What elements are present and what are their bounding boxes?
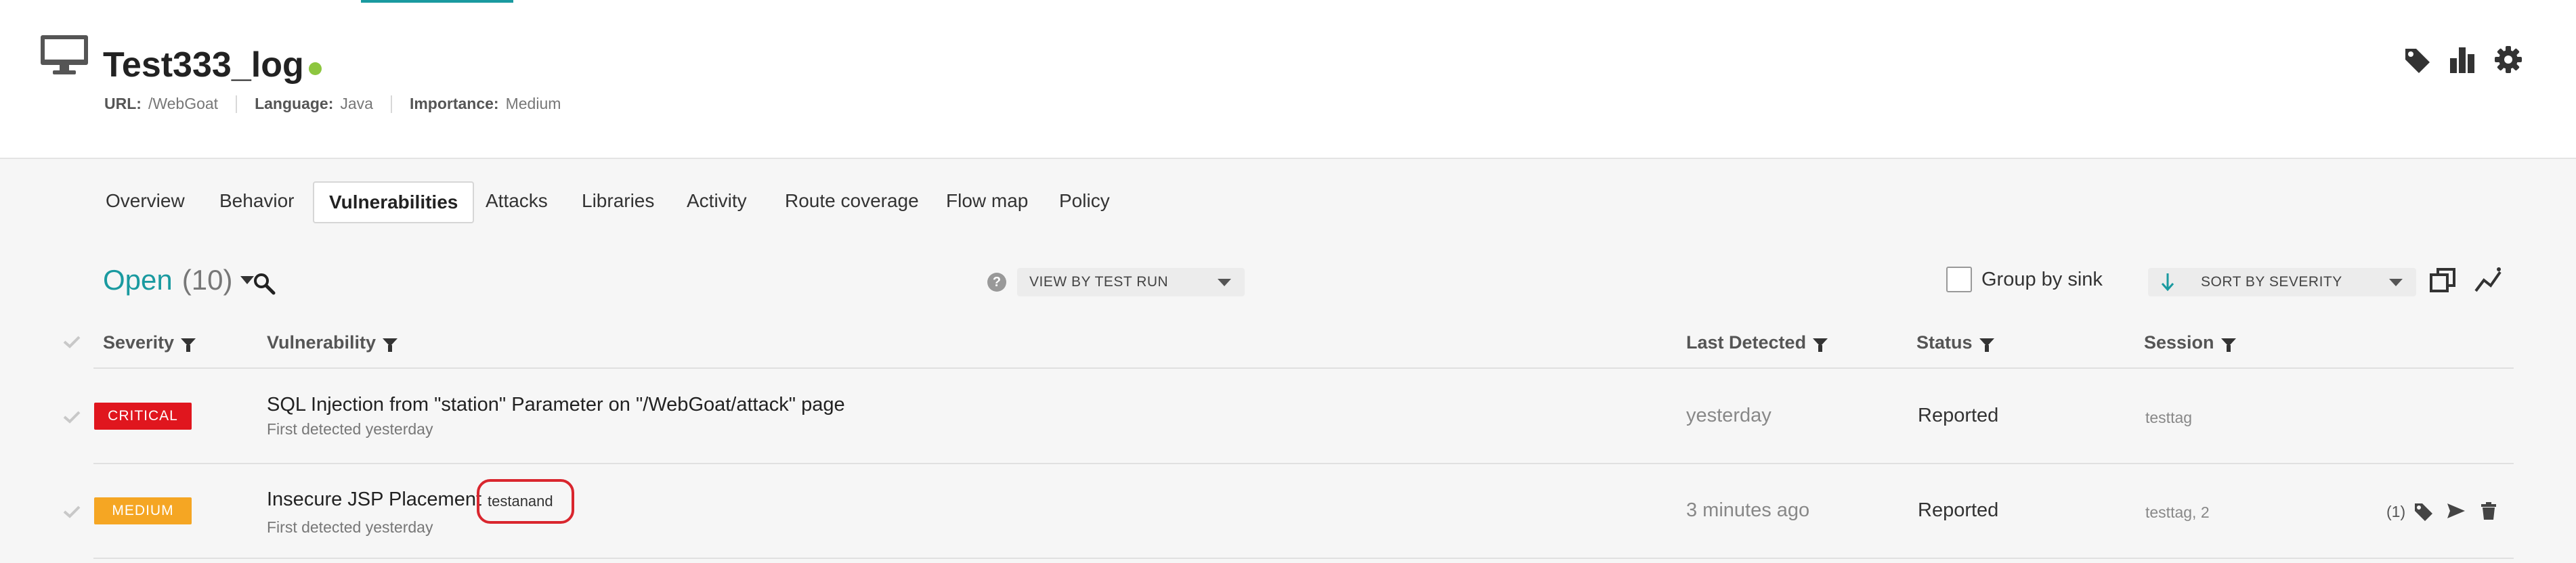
row-select-check-icon[interactable]: [62, 504, 81, 519]
vulnerability-title[interactable]: Insecure JSP Placement: [267, 489, 481, 511]
group-by-sink-label: Group by sink: [1981, 269, 2103, 290]
app-header: Test333_log URL: /WebGoat Language: Java…: [0, 0, 2576, 159]
sort-label: SORT BY SEVERITY: [2201, 274, 2342, 290]
tab-overview[interactable]: Overview: [106, 181, 185, 221]
app-status-dot: [309, 62, 322, 75]
last-detected-value: 3 minutes ago: [1686, 499, 1810, 521]
tab-flow-map[interactable]: Flow map: [946, 181, 1028, 221]
row-divider: [93, 558, 2514, 559]
last-detected-value: yesterday: [1686, 405, 1772, 426]
column-session-label: Session: [2144, 332, 2214, 353]
app-title: Test333_log: [103, 45, 304, 85]
status-filter-count: (10): [181, 264, 233, 296]
filter-icon[interactable]: [383, 338, 398, 352]
tab-libraries[interactable]: Libraries: [582, 181, 654, 221]
column-status-label: Status: [1916, 332, 1973, 353]
gear-icon[interactable]: [2493, 45, 2523, 74]
column-status[interactable]: Status: [1916, 330, 1994, 355]
meta-url-value: /WebGoat: [148, 95, 219, 112]
chevron-down-icon: [2389, 279, 2403, 286]
filter-icon[interactable]: [181, 338, 196, 352]
meta-url-key: URL:: [104, 95, 142, 112]
column-vulnerability-label: Vulnerability: [267, 332, 377, 353]
column-last-detected[interactable]: Last Detected: [1686, 330, 1828, 355]
bar-chart-icon[interactable]: [2447, 45, 2477, 74]
meta-divider: [390, 95, 392, 113]
tab-route-coverage[interactable]: Route coverage: [785, 181, 919, 221]
tag-chip[interactable]: testanand: [477, 479, 574, 524]
session-value: testtag: [2145, 409, 2193, 426]
group-by-sink-checkbox[interactable]: [1946, 267, 1972, 292]
column-last-detected-label: Last Detected: [1686, 332, 1807, 353]
meta-importance-key: Importance:: [409, 95, 499, 112]
trend-icon[interactable]: [2473, 265, 2503, 295]
status-filter-dropdown[interactable]: Open (10): [103, 264, 255, 296]
view-by-select[interactable]: VIEW BY TEST RUN: [1017, 268, 1245, 296]
filter-icon[interactable]: [1813, 338, 1828, 352]
help-icon[interactable]: ?: [987, 273, 1006, 292]
monitor-icon: [41, 35, 88, 74]
row-select-check-icon[interactable]: [62, 409, 81, 424]
view-by-label: VIEW BY TEST RUN: [1029, 274, 1169, 290]
filter-icon[interactable]: [1979, 338, 1994, 352]
filter-icon[interactable]: [2220, 338, 2236, 352]
header-accent-bar: [361, 0, 513, 3]
vulnerability-first-detected: First detected yesterday: [267, 420, 433, 438]
session-value: testtag, 2: [2145, 503, 2210, 521]
status-value[interactable]: Reported: [1918, 405, 1998, 427]
vulnerability-first-detected: First detected yesterday: [267, 518, 433, 536]
sort-arrow-down-icon: [2161, 273, 2174, 292]
vulnerability-title[interactable]: SQL Injection from "station" Parameter o…: [267, 394, 845, 416]
tag-chip-label: testanand: [488, 493, 553, 510]
column-severity[interactable]: Severity: [103, 330, 196, 355]
severity-badge: MEDIUM: [94, 497, 192, 524]
sort-select[interactable]: SORT BY SEVERITY: [2148, 268, 2416, 296]
status-filter-label: Open: [103, 264, 173, 296]
tag-icon[interactable]: [2413, 501, 2434, 521]
send-icon[interactable]: [2446, 501, 2466, 521]
severity-badge: CRITICAL: [94, 403, 192, 430]
trash-icon[interactable]: [2478, 501, 2499, 521]
select-all-check-icon[interactable]: [62, 334, 81, 349]
app-meta: URL: /WebGoat Language: Java Importance:…: [104, 95, 561, 113]
search-icon[interactable]: [253, 272, 276, 295]
tab-vulnerabilities[interactable]: Vulnerabilities: [313, 181, 475, 223]
tab-policy[interactable]: Policy: [1059, 181, 1110, 221]
column-vulnerability[interactable]: Vulnerability: [267, 330, 398, 355]
copy-icon[interactable]: [2428, 265, 2458, 295]
tag-icon[interactable]: [2403, 45, 2432, 74]
meta-divider: [236, 95, 238, 113]
tab-activity[interactable]: Activity: [687, 181, 747, 221]
meta-language-value: Java: [340, 95, 373, 112]
column-session[interactable]: Session: [2144, 330, 2236, 355]
meta-importance-value: Medium: [505, 95, 561, 112]
chevron-down-icon: [1218, 279, 1231, 286]
tab-behavior[interactable]: Behavior: [219, 181, 295, 221]
meta-language-key: Language:: [255, 95, 334, 112]
row-tag-count: (1): [2386, 503, 2406, 520]
tab-attacks[interactable]: Attacks: [486, 181, 548, 221]
column-severity-label: Severity: [103, 332, 175, 353]
status-value[interactable]: Reported: [1918, 499, 1998, 522]
